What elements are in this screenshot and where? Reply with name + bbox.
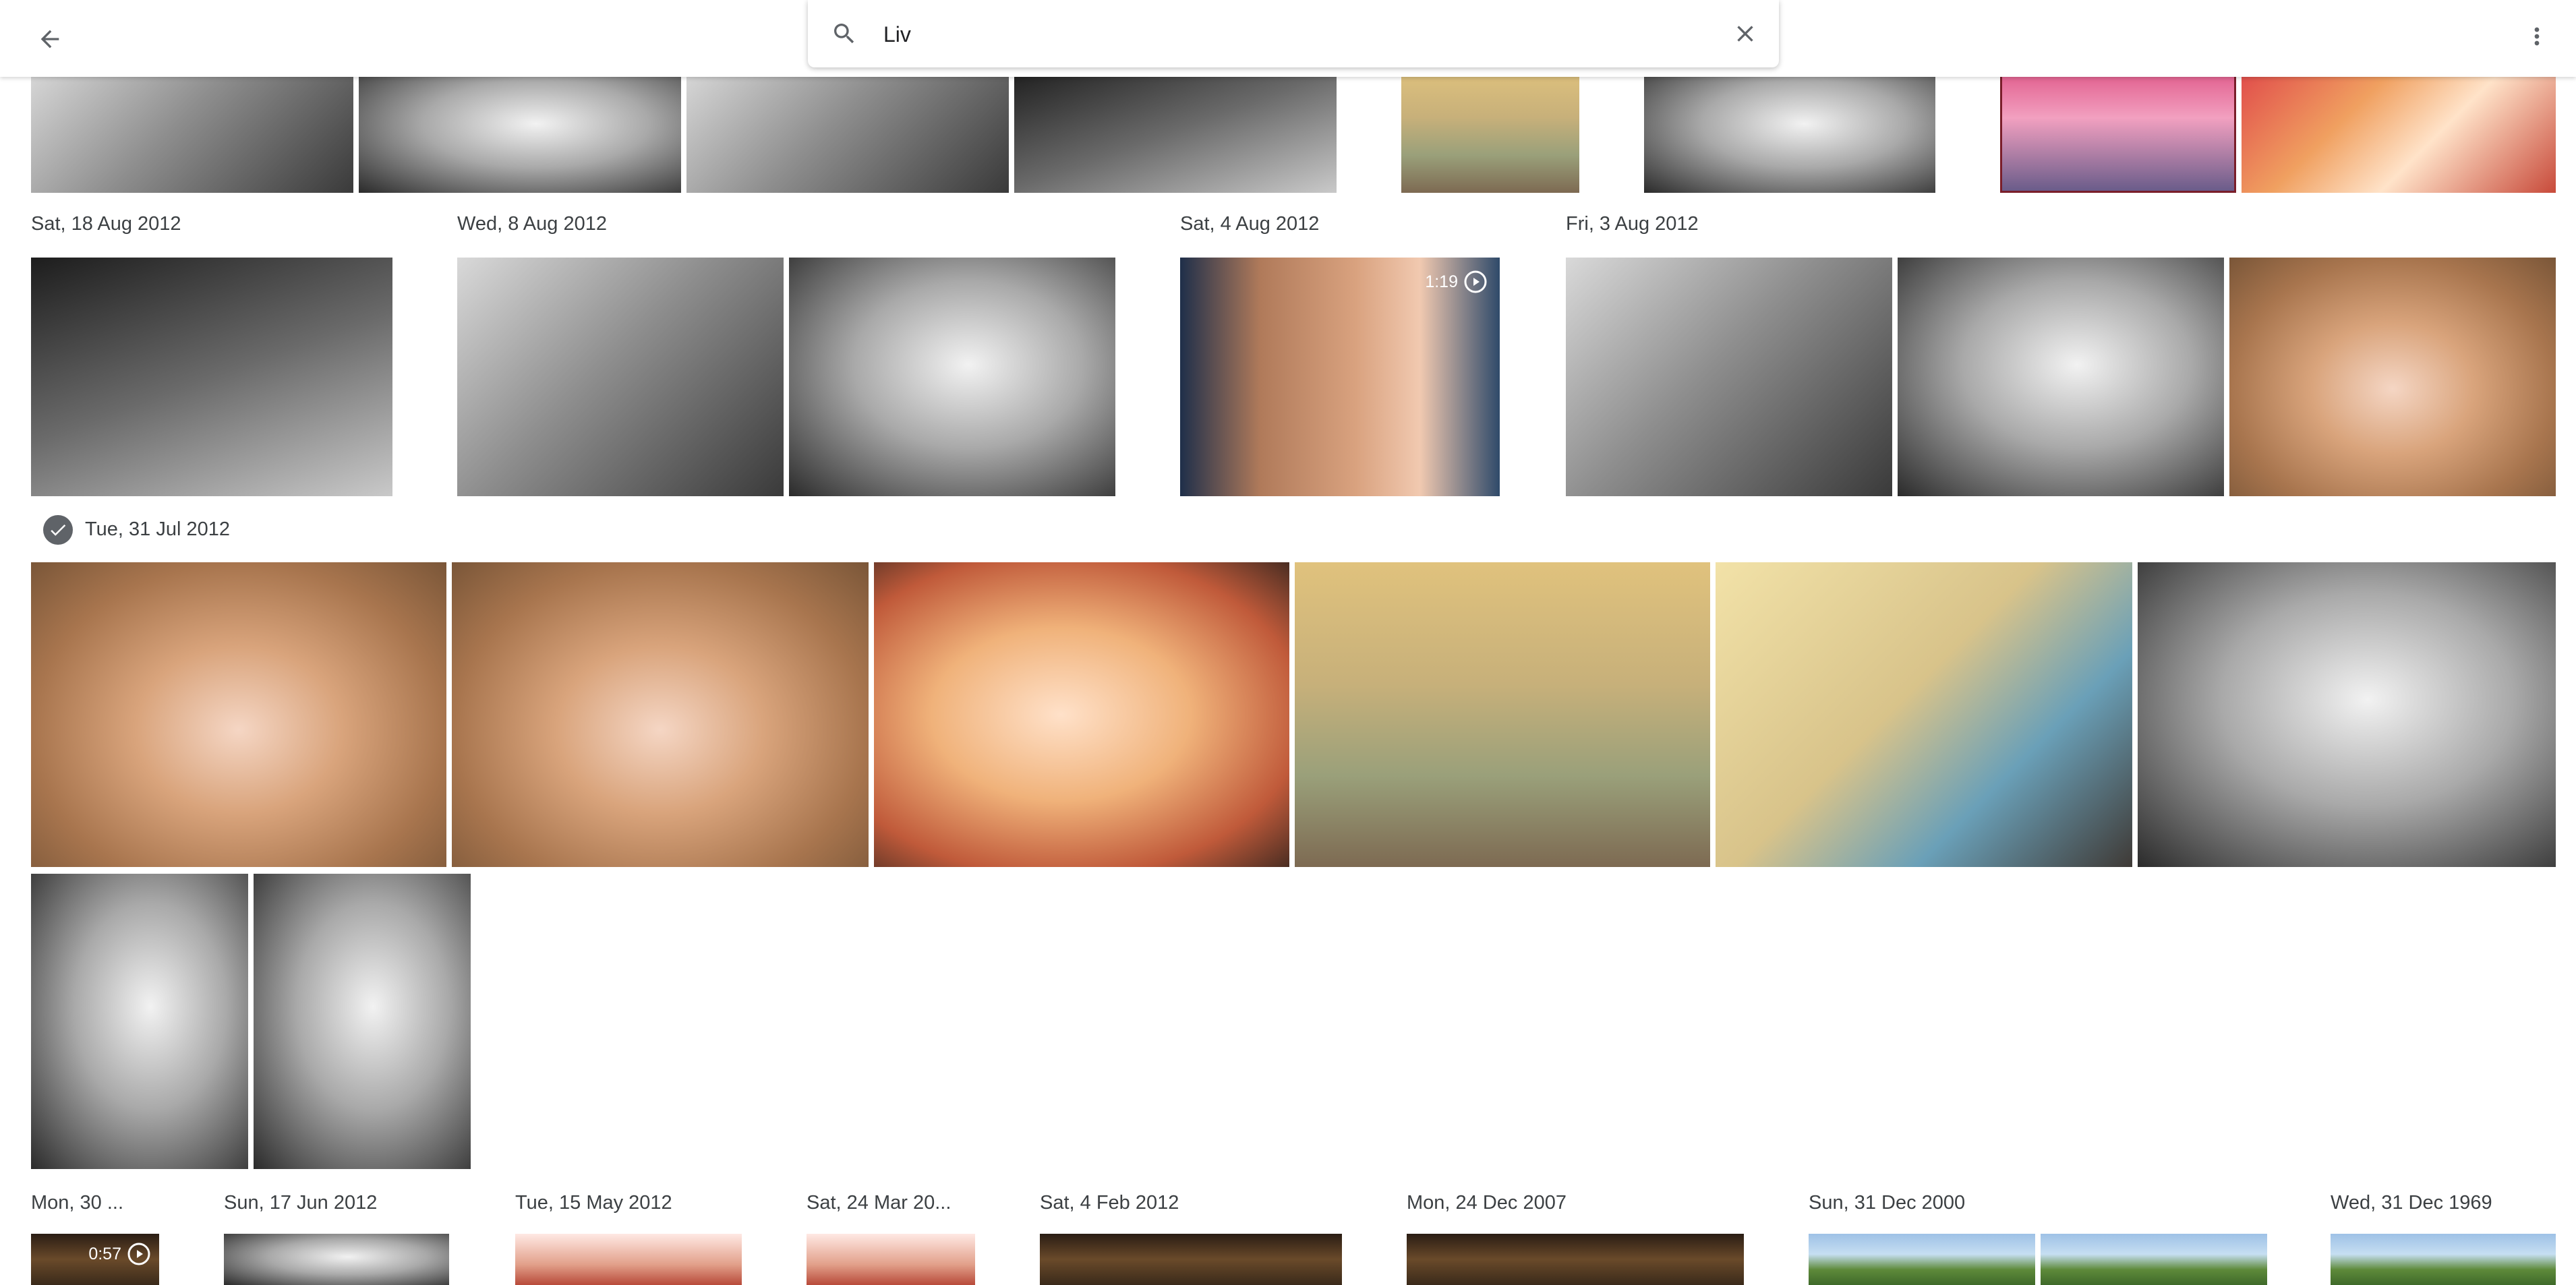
photo-thumbnail[interactable]	[686, 67, 1009, 193]
date-label: Sun, 17 Jun 2012	[224, 1192, 378, 1214]
photo-thumbnail[interactable]	[789, 258, 1115, 496]
photo-thumbnail[interactable]	[2242, 67, 2556, 193]
date-label: Wed, 31 Dec 1969	[2331, 1192, 2492, 1214]
arrow-back-icon[interactable]	[31, 20, 69, 58]
photo-thumbnail[interactable]	[1898, 258, 2224, 496]
photo-thumbnail[interactable]	[457, 258, 784, 496]
video-duration: 1:19	[1425, 270, 1488, 294]
select-group-checkbox[interactable]	[43, 515, 73, 545]
play-icon	[1463, 270, 1488, 294]
search-bar	[808, 0, 1779, 67]
close-icon[interactable]	[1726, 15, 1764, 53]
photo-thumbnail[interactable]	[2041, 1234, 2267, 1285]
date-label: Mon, 24 Dec 2007	[1407, 1192, 1567, 1214]
date-label: Fri, 3 Aug 2012	[1566, 213, 1699, 235]
photo-thumbnail[interactable]	[515, 1234, 742, 1285]
photo-thumbnail[interactable]	[1809, 1234, 2035, 1285]
photo-thumbnail[interactable]	[1566, 258, 1892, 496]
photo-thumbnail[interactable]	[31, 67, 353, 193]
photo-thumbnail[interactable]	[452, 562, 869, 867]
play-icon	[127, 1242, 151, 1266]
photo-thumbnail[interactable]	[31, 562, 446, 867]
video-duration-text: 0:57	[88, 1244, 121, 1263]
photo-thumbnail[interactable]	[1401, 67, 1579, 193]
search-input[interactable]	[882, 18, 1667, 51]
photo-thumbnail[interactable]	[2000, 67, 2236, 193]
date-label: Tue, 31 Jul 2012	[85, 518, 230, 540]
date-label: Wed, 8 Aug 2012	[457, 213, 607, 235]
photo-thumbnail[interactable]	[31, 874, 248, 1169]
date-label: Sat, 4 Aug 2012	[1180, 213, 1320, 235]
photo-thumbnail[interactable]	[2138, 562, 2556, 867]
video-duration: 0:57	[88, 1242, 151, 1266]
video-duration-text: 1:19	[1425, 272, 1458, 291]
photo-thumbnail[interactable]	[359, 67, 681, 193]
date-label: Mon, 30 ...	[31, 1192, 124, 1214]
video-thumbnail[interactable]: 1:19	[1180, 258, 1500, 496]
photo-thumbnail[interactable]	[1014, 67, 1337, 193]
photo-thumbnail[interactable]	[1407, 1234, 1744, 1285]
photo-thumbnail[interactable]	[1040, 1234, 1342, 1285]
top-app-bar	[0, 0, 2576, 77]
photo-thumbnail[interactable]	[1644, 67, 1935, 193]
more-vert-icon[interactable]	[2518, 18, 2556, 55]
photo-thumbnail[interactable]	[1716, 562, 2132, 867]
photo-thumbnail[interactable]	[31, 258, 392, 496]
photo-thumbnail[interactable]	[2331, 1234, 2556, 1285]
video-thumbnail[interactable]: 0:57	[31, 1234, 159, 1285]
date-label: Tue, 15 May 2012	[515, 1192, 672, 1214]
date-label: Sat, 24 Mar 20...	[807, 1192, 952, 1214]
search-icon	[825, 15, 863, 53]
check-icon	[51, 524, 66, 536]
photo-thumbnail[interactable]	[1295, 562, 1710, 867]
photo-thumbnail[interactable]	[224, 1234, 449, 1285]
photo-thumbnail[interactable]	[874, 562, 1289, 867]
date-label: Sat, 18 Aug 2012	[31, 213, 181, 235]
photo-thumbnail[interactable]	[2229, 258, 2556, 496]
photo-thumbnail[interactable]	[807, 1234, 975, 1285]
date-label: Sat, 4 Feb 2012	[1040, 1192, 1179, 1214]
date-label: Sun, 31 Dec 2000	[1809, 1192, 1966, 1214]
photo-thumbnail[interactable]	[254, 874, 471, 1169]
